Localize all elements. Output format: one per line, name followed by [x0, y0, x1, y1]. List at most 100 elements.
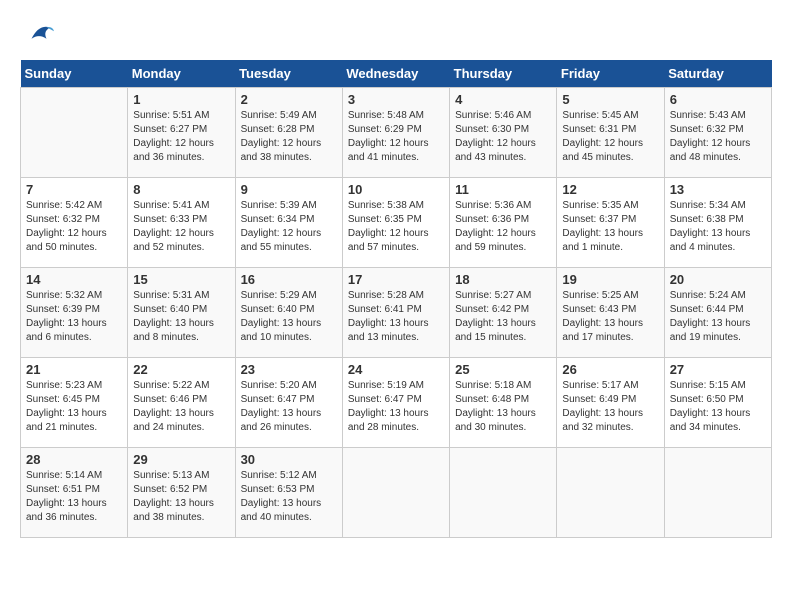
day-info: Sunrise: 5:35 AM Sunset: 6:37 PM Dayligh…	[562, 199, 658, 255]
calendar-cell: 16Sunrise: 5:29 AM Sunset: 6:40 PM Dayli…	[235, 268, 342, 358]
calendar-cell: 30 Sunrise: 5:12 AM Sunset: 6:53 PM Dayli…	[235, 448, 342, 538]
week-row-1: 1 Sunrise: 5:51 AM Sunset: 6:27 PM Daylig…	[21, 88, 772, 178]
day-info: Sunrise: 5:24 AM Sunset: 6:44 PM Dayligh…	[670, 289, 766, 345]
header-day-wednesday: Wednesday	[342, 60, 449, 88]
calendar-cell: 26 Sunrise: 5:17 AM Sunset: 6:49 PM Dayli…	[557, 358, 664, 448]
logo-bird-icon	[24, 20, 54, 50]
header-day-saturday: Saturday	[664, 60, 771, 88]
day-number: 21	[26, 362, 122, 377]
day-number: 2	[241, 92, 337, 107]
day-info: Sunrise: 5:41 AM Sunset: 6:33 PM Dayligh…	[133, 199, 229, 255]
day-number: 23	[241, 362, 337, 377]
calendar-cell	[450, 448, 557, 538]
day-number: 18	[455, 272, 551, 287]
calendar-cell: 19Sunrise: 5:25 AM Sunset: 6:43 PM Dayli…	[557, 268, 664, 358]
day-number: 30	[241, 452, 337, 467]
header-day-friday: Friday	[557, 60, 664, 88]
calendar-cell	[664, 448, 771, 538]
calendar-cell: 7 Sunrise: 5:42 AM Sunset: 6:32 PM Daylig…	[21, 178, 128, 268]
day-info: Sunrise: 5:39 AM Sunset: 6:34 PM Dayligh…	[241, 199, 337, 255]
day-info: Sunrise: 5:32 AM Sunset: 6:39 PM Dayligh…	[26, 289, 122, 345]
calendar-cell: 24Sunrise: 5:19 AM Sunset: 6:47 PM Dayli…	[342, 358, 449, 448]
calendar-cell: 4 Sunrise: 5:46 AM Sunset: 6:30 PM Daylig…	[450, 88, 557, 178]
calendar-cell: 2 Sunrise: 5:49 AM Sunset: 6:28 PM Daylig…	[235, 88, 342, 178]
day-number: 6	[670, 92, 766, 107]
calendar-cell	[21, 88, 128, 178]
calendar-cell: 10 Sunrise: 5:38 AM Sunset: 6:35 PM Dayli…	[342, 178, 449, 268]
calendar-cell: 27 Sunrise: 5:15 AM Sunset: 6:50 PM Dayli…	[664, 358, 771, 448]
week-row-3: 14 Sunrise: 5:32 AM Sunset: 6:39 PM Dayli…	[21, 268, 772, 358]
day-number: 13	[670, 182, 766, 197]
day-info: Sunrise: 5:14 AM Sunset: 6:51 PM Dayligh…	[26, 469, 122, 525]
day-number: 11	[455, 182, 551, 197]
day-number: 17	[348, 272, 444, 287]
day-number: 27	[670, 362, 766, 377]
day-info: Sunrise: 5:38 AM Sunset: 6:35 PM Dayligh…	[348, 199, 444, 255]
calendar-cell	[557, 448, 664, 538]
day-info: Sunrise: 5:22 AM Sunset: 6:46 PM Dayligh…	[133, 379, 229, 435]
calendar-cell: 9 Sunrise: 5:39 AM Sunset: 6:34 PM Daylig…	[235, 178, 342, 268]
logo	[20, 20, 54, 50]
calendar-cell: 28 Sunrise: 5:14 AM Sunset: 6:51 PM Dayli…	[21, 448, 128, 538]
day-number: 7	[26, 182, 122, 197]
header-day-sunday: Sunday	[21, 60, 128, 88]
day-info: Sunrise: 5:15 AM Sunset: 6:50 PM Dayligh…	[670, 379, 766, 435]
day-number: 20	[670, 272, 766, 287]
calendar-cell: 3Sunrise: 5:48 AM Sunset: 6:29 PM Daylig…	[342, 88, 449, 178]
day-number: 25	[455, 362, 551, 377]
day-info: Sunrise: 5:23 AM Sunset: 6:45 PM Dayligh…	[26, 379, 122, 435]
calendar-cell: 23 Sunrise: 5:20 AM Sunset: 6:47 PM Dayli…	[235, 358, 342, 448]
day-info: Sunrise: 5:49 AM Sunset: 6:28 PM Dayligh…	[241, 109, 337, 165]
week-row-5: 28 Sunrise: 5:14 AM Sunset: 6:51 PM Dayli…	[21, 448, 772, 538]
calendar-cell: 20 Sunrise: 5:24 AM Sunset: 6:44 PM Dayli…	[664, 268, 771, 358]
week-row-4: 21 Sunrise: 5:23 AM Sunset: 6:45 PM Dayli…	[21, 358, 772, 448]
day-number: 10	[348, 182, 444, 197]
calendar-cell: 1 Sunrise: 5:51 AM Sunset: 6:27 PM Daylig…	[128, 88, 235, 178]
calendar-table: SundayMondayTuesdayWednesdayThursdayFrid…	[20, 60, 772, 538]
header-day-tuesday: Tuesday	[235, 60, 342, 88]
day-number: 4	[455, 92, 551, 107]
day-number: 3	[348, 92, 444, 107]
calendar-cell: 25Sunrise: 5:18 AM Sunset: 6:48 PM Dayli…	[450, 358, 557, 448]
day-info: Sunrise: 5:17 AM Sunset: 6:49 PM Dayligh…	[562, 379, 658, 435]
header-day-thursday: Thursday	[450, 60, 557, 88]
calendar-cell: 15 Sunrise: 5:31 AM Sunset: 6:40 PM Dayli…	[128, 268, 235, 358]
day-number: 8	[133, 182, 229, 197]
page-header	[20, 20, 772, 50]
day-info: Sunrise: 5:12 AM Sunset: 6:53 PM Dayligh…	[241, 469, 337, 525]
day-number: 14	[26, 272, 122, 287]
day-info: Sunrise: 5:13 AM Sunset: 6:52 PM Dayligh…	[133, 469, 229, 525]
day-info: Sunrise: 5:28 AM Sunset: 6:41 PM Dayligh…	[348, 289, 444, 345]
day-info: Sunrise: 5:27 AM Sunset: 6:42 PM Dayligh…	[455, 289, 551, 345]
day-info: Sunrise: 5:19 AM Sunset: 6:47 PM Dayligh…	[348, 379, 444, 435]
day-number: 15	[133, 272, 229, 287]
day-info: Sunrise: 5:42 AM Sunset: 6:32 PM Dayligh…	[26, 199, 122, 255]
day-number: 12	[562, 182, 658, 197]
day-info: Sunrise: 5:46 AM Sunset: 6:30 PM Dayligh…	[455, 109, 551, 165]
calendar-cell: 8 Sunrise: 5:41 AM Sunset: 6:33 PM Daylig…	[128, 178, 235, 268]
calendar-cell: 5Sunrise: 5:45 AM Sunset: 6:31 PM Daylig…	[557, 88, 664, 178]
calendar-cell: 29Sunrise: 5:13 AM Sunset: 6:52 PM Dayli…	[128, 448, 235, 538]
day-number: 26	[562, 362, 658, 377]
day-number: 16	[241, 272, 337, 287]
day-info: Sunrise: 5:36 AM Sunset: 6:36 PM Dayligh…	[455, 199, 551, 255]
calendar-cell: 18 Sunrise: 5:27 AM Sunset: 6:42 PM Dayli…	[450, 268, 557, 358]
week-row-2: 7 Sunrise: 5:42 AM Sunset: 6:32 PM Daylig…	[21, 178, 772, 268]
calendar-cell: 14 Sunrise: 5:32 AM Sunset: 6:39 PM Dayli…	[21, 268, 128, 358]
day-info: Sunrise: 5:51 AM Sunset: 6:27 PM Dayligh…	[133, 109, 229, 165]
calendar-cell: 11 Sunrise: 5:36 AM Sunset: 6:36 PM Dayli…	[450, 178, 557, 268]
day-info: Sunrise: 5:45 AM Sunset: 6:31 PM Dayligh…	[562, 109, 658, 165]
day-info: Sunrise: 5:34 AM Sunset: 6:38 PM Dayligh…	[670, 199, 766, 255]
day-info: Sunrise: 5:20 AM Sunset: 6:47 PM Dayligh…	[241, 379, 337, 435]
day-number: 28	[26, 452, 122, 467]
calendar-cell: 12 Sunrise: 5:35 AM Sunset: 6:37 PM Dayli…	[557, 178, 664, 268]
calendar-body: 1 Sunrise: 5:51 AM Sunset: 6:27 PM Daylig…	[21, 88, 772, 538]
day-info: Sunrise: 5:31 AM Sunset: 6:40 PM Dayligh…	[133, 289, 229, 345]
day-number: 1	[133, 92, 229, 107]
day-info: Sunrise: 5:25 AM Sunset: 6:43 PM Dayligh…	[562, 289, 658, 345]
calendar-cell: 6Sunrise: 5:43 AM Sunset: 6:32 PM Daylig…	[664, 88, 771, 178]
day-number: 22	[133, 362, 229, 377]
header-row: SundayMondayTuesdayWednesdayThursdayFrid…	[21, 60, 772, 88]
calendar-cell	[342, 448, 449, 538]
day-number: 9	[241, 182, 337, 197]
